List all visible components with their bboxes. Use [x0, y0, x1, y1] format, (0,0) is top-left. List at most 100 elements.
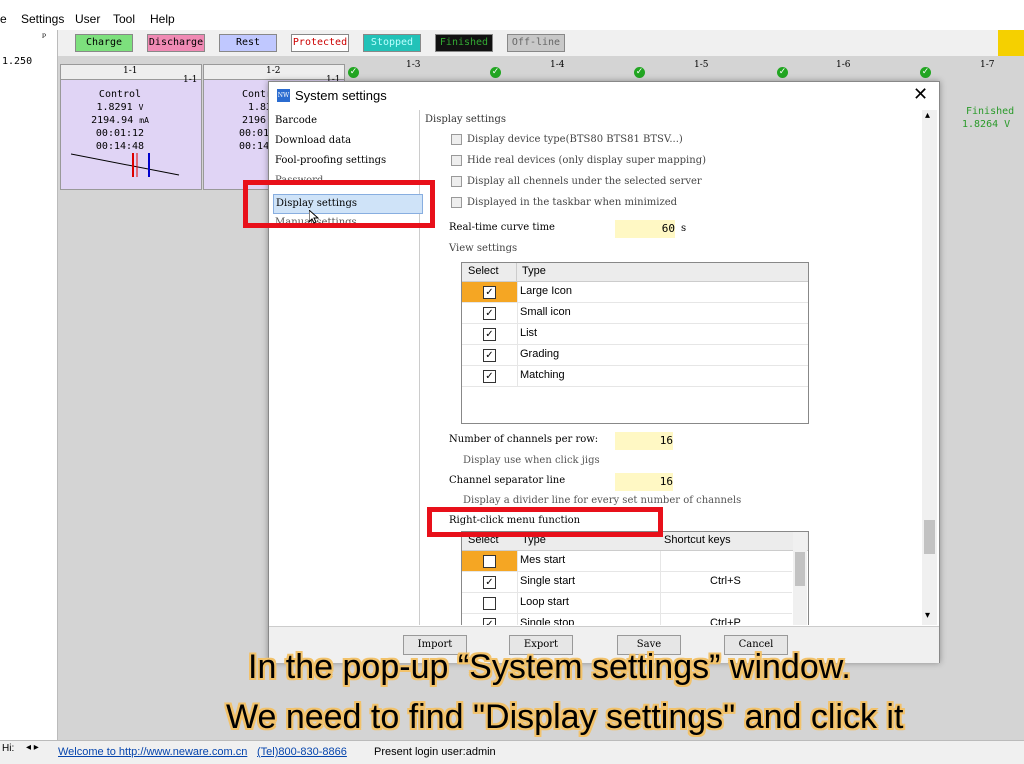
table-row[interactable]: ✓ Grading	[462, 345, 808, 366]
tel-link[interactable]: (Tel)800-830-8866	[257, 746, 347, 758]
menu-item-help[interactable]: Help	[150, 12, 175, 26]
table-header: Select Type	[462, 263, 808, 282]
checkbox[interactable]	[451, 134, 462, 145]
option-taskbar-minimized[interactable]: Displayed in the taskbar when minimized	[451, 197, 677, 208]
table-row[interactable]: Mes start	[462, 551, 792, 572]
checkbox[interactable]	[451, 155, 462, 166]
channel-state: Finished	[966, 106, 1015, 117]
channel-voltage: 1.8264 V	[962, 119, 1011, 130]
checkbox[interactable]: ✓	[483, 286, 496, 299]
checkbox[interactable]	[451, 176, 462, 187]
channel-card-finished[interactable]: Finished 1.8264 V	[938, 79, 1024, 187]
channel-id: 1-7	[980, 60, 995, 70]
legend-rest: Rest	[219, 34, 277, 52]
checkbox[interactable]: ✓	[483, 576, 496, 589]
app-icon: NW	[277, 89, 290, 102]
system-settings-dialog: NW System settings ✕ Barcode Download da…	[268, 81, 940, 663]
pin-icon[interactable]: ᵖ	[42, 32, 46, 43]
status-bar: Hi: ◂ ▸ Welcome to http://www.neware.com…	[0, 740, 1024, 764]
menu-bar: e Settings User Tool Help	[0, 8, 1024, 31]
checkbox[interactable]: ✓	[483, 618, 496, 625]
separator-line-input[interactable]: 16	[615, 473, 673, 491]
menu-item-file[interactable]: e	[0, 12, 7, 26]
channel-id: 1-1	[123, 66, 138, 76]
channels-per-row-input[interactable]: 16	[615, 432, 673, 450]
nav-item-fool-proofing[interactable]: Fool-proofing settings	[273, 152, 421, 170]
table-row[interactable]: ✓ Small icon	[462, 303, 808, 324]
close-icon[interactable]: ✕	[913, 84, 928, 105]
scroll-up-icon[interactable]: ▴	[925, 110, 930, 121]
view-settings-label: View settings	[449, 243, 518, 254]
welcome-link[interactable]: Welcome to http://www.neware.com.cn	[58, 746, 247, 758]
channels-per-row-label: Number of channels per row:	[449, 434, 599, 445]
option-display-all-channels[interactable]: Display all chennels under the selected …	[451, 176, 702, 187]
left-pane-value: 1.250	[2, 56, 33, 67]
option-hide-real-devices[interactable]: Hide real devices (only display super ma…	[451, 155, 706, 166]
menu-item-user[interactable]: User	[75, 12, 100, 26]
channel-voltage: 1.8291 V	[96, 102, 144, 113]
table-row[interactable]: Loop start	[462, 593, 792, 614]
channel-sub-id: 1-1	[183, 75, 198, 85]
checkbox[interactable]	[483, 555, 496, 568]
right-click-menu-table: Select Type Shortcut keys Mes start ✓ Sin…	[461, 531, 809, 625]
curve-time-label: Real-time curve time	[449, 222, 555, 233]
check-circle-icon: ✓	[920, 67, 931, 78]
channel-id: 1-5	[694, 60, 709, 70]
caption-line-2: We need to find "Display settings" and c…	[226, 698, 904, 736]
legend-protected: Protected	[291, 34, 349, 52]
table-scrollbar[interactable]	[793, 532, 807, 625]
channel-current: 2194.94 mA	[91, 115, 149, 126]
option-device-type[interactable]: Display device type(BTS80 BTS81 BTSV...)	[451, 134, 683, 145]
checkbox[interactable]: ✓	[483, 307, 496, 320]
settings-content: Display settings Display device type(BTS…	[421, 110, 921, 625]
nav-item-barcode[interactable]: Barcode	[273, 112, 421, 130]
scroll-down-icon[interactable]: ▾	[925, 610, 930, 621]
dialog-title-bar: NW System settings ✕	[269, 82, 939, 110]
curve-time-unit: s	[681, 223, 687, 234]
view-settings-table: Select Type ✓ Large Icon ✓ Small icon ✓ Lis…	[461, 262, 809, 424]
mouse-cursor-icon	[309, 210, 319, 224]
scroll-thumb[interactable]	[924, 520, 935, 554]
checkbox[interactable]	[451, 197, 462, 208]
channel-id: 1-6	[836, 60, 851, 70]
checkbox[interactable]: ✓	[483, 349, 496, 362]
legend-charge: Charge	[75, 34, 133, 52]
legend-offline: Off-line	[507, 34, 565, 52]
tab-scroll-arrows-icon[interactable]: ◂ ▸	[26, 742, 39, 753]
menu-item-settings[interactable]: Settings	[21, 12, 64, 26]
table-row[interactable]: ✓ List	[462, 324, 808, 345]
check-circle-icon: ✓	[348, 67, 359, 78]
channel-id: 1-3	[406, 60, 421, 70]
status-legend: Charge Discharge Rest Protected Stopped …	[58, 30, 1024, 56]
separator-line-hint: Display a divider line for every set num…	[463, 495, 742, 506]
check-circle-icon: ✓	[777, 67, 788, 78]
dialog-title: System settings	[295, 88, 387, 103]
channel-id: 1-4	[550, 60, 565, 70]
history-tab[interactable]: Hi:	[2, 743, 14, 754]
channel-curve	[71, 153, 180, 177]
content-scrollbar[interactable]: ▴ ▾	[922, 110, 937, 625]
section-title: Display settings	[425, 114, 506, 125]
table-row[interactable]: ✓ Single start Ctrl+S	[462, 572, 792, 593]
left-pane: ᵖ 1.250	[0, 30, 58, 740]
channel-time-1: 00:01:12	[95, 128, 145, 139]
nav-item-download-data[interactable]: Download data	[273, 132, 421, 150]
caption-line-1: In the pop-up “System settings” window.	[248, 648, 851, 686]
highlight-right-click-menu	[427, 507, 663, 537]
separator-line-label: Channel separator line	[449, 475, 566, 486]
menu-item-tool[interactable]: Tool	[113, 12, 135, 26]
checkbox[interactable]: ✓	[483, 328, 496, 341]
table-row[interactable]: ✓ Large Icon	[462, 282, 808, 303]
checkbox[interactable]	[483, 597, 496, 610]
brand-logo	[998, 30, 1024, 56]
table-row[interactable]: ✓ Single stop Ctrl+P	[462, 614, 792, 625]
check-circle-icon: ✓	[634, 67, 645, 78]
curve-time-input[interactable]: 60	[615, 220, 675, 238]
checkbox[interactable]: ✓	[483, 370, 496, 383]
login-user: Present login user:admin	[374, 746, 496, 758]
channel-state: Control	[98, 89, 142, 100]
legend-finished: Finished	[435, 34, 493, 52]
channel-card[interactable]: 1-1 1-1 Control 1.8291 V 2194.94 mA 00:0…	[60, 64, 202, 190]
table-row[interactable]: ✓ Matching	[462, 366, 808, 387]
check-circle-icon: ✓	[490, 67, 501, 78]
